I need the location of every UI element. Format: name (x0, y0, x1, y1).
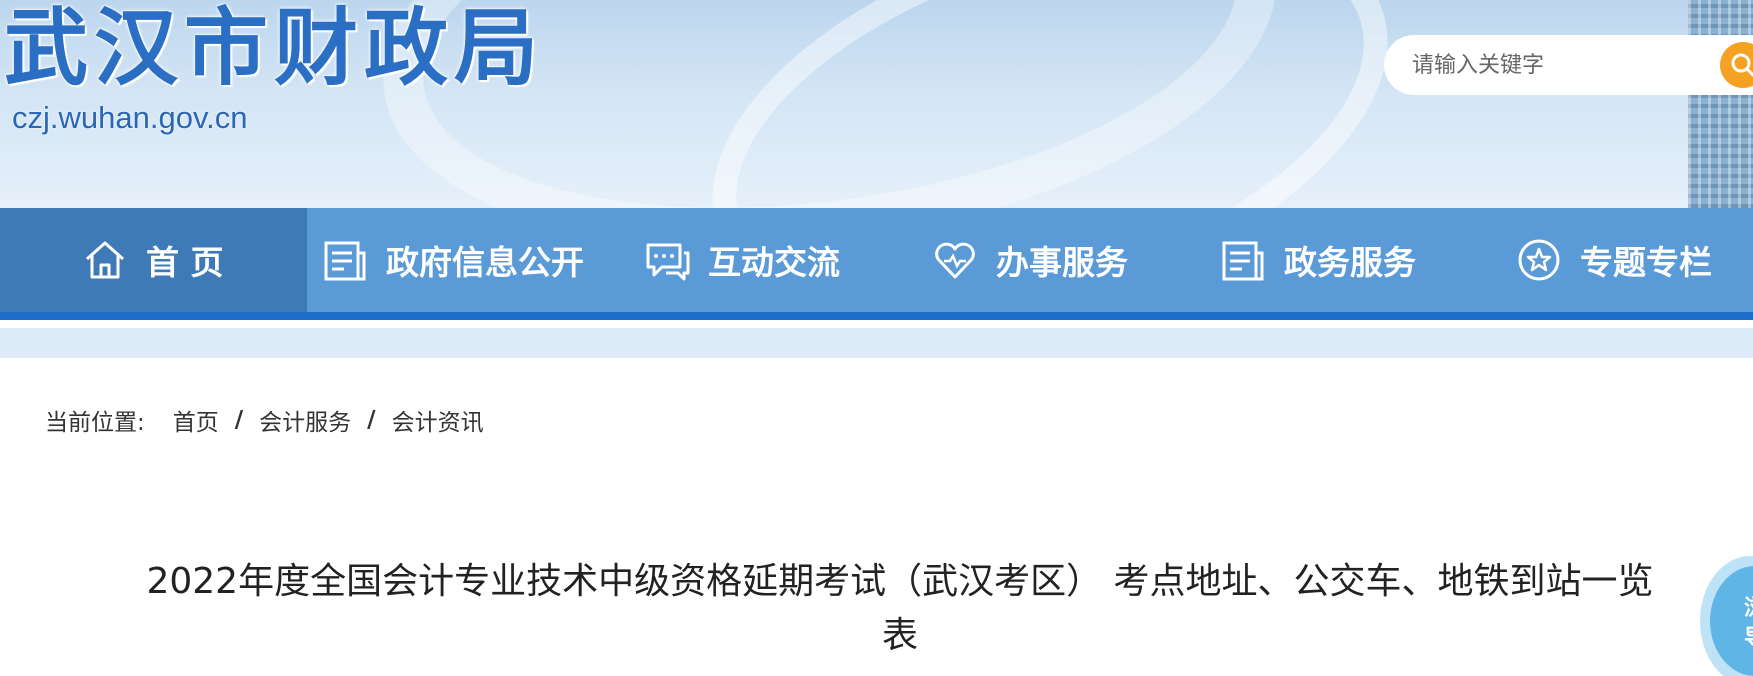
breadcrumb-separator: / (367, 407, 376, 433)
search-input[interactable] (1412, 45, 1692, 85)
nav-item-home[interactable]: 首 页 (0, 208, 307, 312)
nav-label: 政府信息公开 (386, 243, 584, 282)
chat-icon (644, 237, 690, 283)
header-building-image (1688, 0, 1753, 208)
nav-item-gov-services[interactable]: 政务服务 (1220, 208, 1470, 312)
nav-item-interaction[interactable]: 互动交流 (644, 208, 894, 312)
search-icon (1731, 53, 1753, 78)
nav-item-services[interactable]: 办事服务 (932, 208, 1182, 312)
nav-label: 政务服务 (1284, 243, 1416, 282)
breadcrumb: 当前位置: 首页 / 会计服务 / 会计资讯 (45, 403, 484, 437)
site-header: 武汉市财政局 czj.wuhan.gov.cn (0, 0, 1753, 208)
document-icon (1220, 237, 1266, 283)
search-button[interactable] (1720, 42, 1753, 88)
badge-text-line: 浏 (1744, 594, 1753, 624)
nav-item-special-topics[interactable]: 专题专栏 (1516, 208, 1753, 312)
breadcrumb-link-accounting-news[interactable]: 会计资讯 (392, 403, 484, 437)
nav-label: 首 页 (146, 243, 224, 282)
site-domain: czj.wuhan.gov.cn (12, 100, 248, 135)
nav-label: 专题专栏 (1580, 243, 1712, 282)
floating-badge-inner: 浏 导 (1710, 566, 1753, 676)
floating-assist-badge[interactable]: 浏 导 (1700, 556, 1753, 676)
home-icon (82, 237, 128, 283)
nav-divider-band (0, 328, 1753, 358)
breadcrumb-link-home[interactable]: 首页 (173, 403, 219, 437)
breadcrumb-separator: / (234, 407, 244, 433)
article-title: 2022年度全国会计专业技术中级资格延期考试（武汉考区） 考点地址、公交车、地铁… (146, 561, 1654, 656)
breadcrumb-link-accounting-services[interactable]: 会计服务 (259, 403, 351, 437)
search-box (1384, 35, 1753, 95)
nav-label: 办事服务 (996, 243, 1128, 282)
badge-text-line: 导 (1744, 624, 1753, 654)
star-icon (1516, 237, 1562, 283)
site-title[interactable]: 武汉市财政局 (4, 0, 544, 96)
main-nav: 首 页 政府信息公开 互动交流 办事服务 政务服务 专题专栏 (0, 208, 1753, 320)
heart-icon (932, 237, 978, 283)
nav-label: 互动交流 (708, 243, 840, 282)
nav-item-gov-info[interactable]: 政府信息公开 (322, 208, 622, 312)
breadcrumb-prefix: 当前位置: (45, 410, 145, 436)
document-icon (322, 237, 368, 283)
